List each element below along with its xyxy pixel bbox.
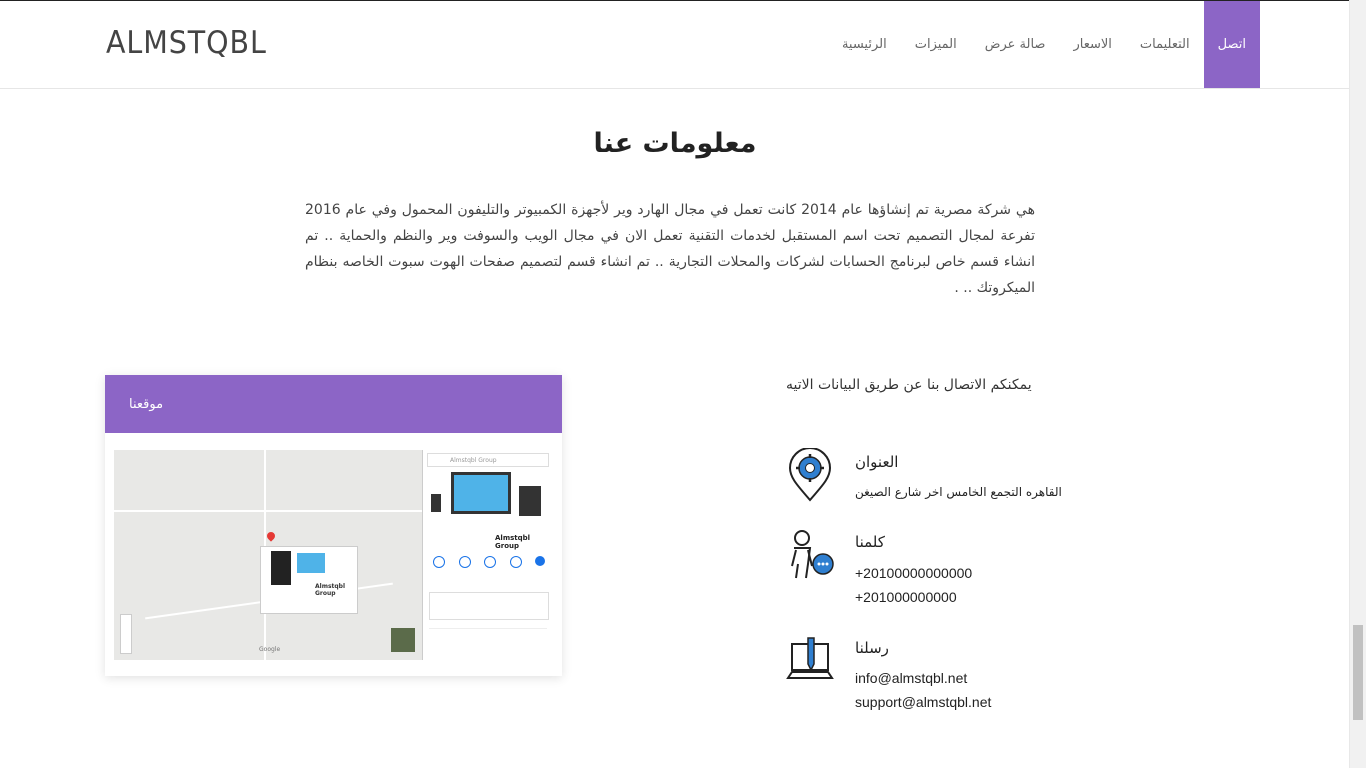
about-text: هي شركة مصرية تم إنشاؤها عام 2014 كانت ت… [305, 202, 1035, 296]
map-satellite-toggle[interactable] [391, 628, 415, 652]
nav-item-gallery[interactable]: صالة عرض [971, 1, 1060, 88]
google-logo: Google [259, 646, 281, 653]
address-value: القاهره التجمع الخامس اخر شارع الصيغن [855, 485, 1062, 499]
place-image-phone [431, 494, 441, 512]
map-info-popup[interactable]: Almstqbl Group [260, 546, 358, 614]
phone-label: كلمنا [855, 533, 885, 551]
map-panel-claim-box [429, 592, 549, 620]
map-card: موقعنا Almstqbl Group Google Almstqbl Gr… [105, 375, 562, 676]
divider [429, 628, 547, 629]
address-label: العنوان [855, 453, 899, 471]
main-nav: اتصل التعليمات الاسعار صالة عرض الميزات … [828, 1, 1260, 88]
email-value-1[interactable]: info@almstqbl.net [855, 670, 967, 686]
phone-value-2[interactable]: +201000000000 [855, 589, 957, 605]
contact-intro: يمكنكم الاتصال بنا عن طريق البيانات الات… [786, 377, 1032, 393]
nav-item-faq[interactable]: التعليمات [1126, 1, 1204, 88]
phone-value-1[interactable]: +20100000000000 [855, 565, 972, 581]
map-pin-gear-icon [788, 448, 832, 502]
site-logo[interactable]: ALMSTQBL [106, 25, 267, 61]
map-pin-icon[interactable] [265, 530, 277, 542]
map-panel-actions [433, 556, 545, 570]
nav-item-features[interactable]: الميزات [901, 1, 971, 88]
nav-item-contact[interactable]: اتصل [1203, 1, 1260, 88]
nav-item-pricing[interactable]: الاسعار [1059, 1, 1125, 88]
save-icon[interactable] [509, 556, 522, 568]
directions-icon[interactable] [535, 556, 545, 566]
site-header: ALMSTQBL اتصل التعليمات الاسعار صالة عرض… [0, 1, 1350, 89]
nearby-icon[interactable] [484, 556, 496, 568]
map-info-name: Almstqbl Group [315, 583, 346, 597]
person-chat-icon [791, 530, 834, 579]
page-scrollbar[interactable] [1349, 0, 1366, 768]
map-zoom-control[interactable] [120, 614, 132, 654]
email-label: رسلنا [855, 639, 889, 657]
map-search-input[interactable]: Almstqbl Group [427, 453, 549, 467]
map-road [114, 510, 422, 512]
place-image [451, 472, 511, 514]
map-place-panel: Almstqbl Group Almstqbl Group [422, 450, 552, 660]
nav-item-home[interactable]: الرئيسية [828, 1, 901, 88]
laptop-pen-icon [786, 637, 834, 679]
share-icon[interactable] [433, 556, 445, 568]
send-to-phone-icon[interactable] [458, 556, 471, 568]
map-card-title: موقعنا [105, 375, 562, 433]
embedded-map[interactable]: Almstqbl Group Google Almstqbl Group Alm… [114, 450, 552, 660]
email-value-2[interactable]: support@almstqbl.net [855, 694, 991, 710]
map-panel-place-name: Almstqbl Group [495, 534, 531, 550]
place-image-tablet [519, 486, 541, 516]
scrollbar-thumb[interactable] [1353, 625, 1363, 720]
about-title: معلومات عنا [593, 128, 757, 159]
